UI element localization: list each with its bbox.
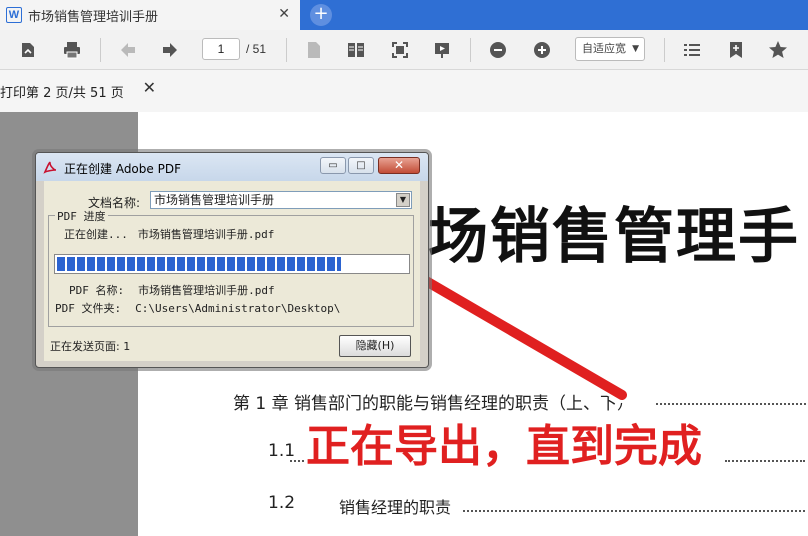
tab-title: 市场销售管理培训手册 [28,9,159,25]
zoom-select[interactable]: 自适应宽 ▼ [575,37,645,61]
toc-entry-number: 1.2 [268,493,296,513]
hide-button[interactable]: 隐藏(H) [339,335,411,357]
dialog-body: 文档名称: 市场销售管理培训手册 ▼ PDF 进度 正在创建... 市场销售管理培… [44,181,420,361]
print-status-text: 打印第 2 页/共 51 页 [0,86,124,101]
toolbar: 1 / 51 自适应宽 ▼ [0,30,808,70]
toc-icon[interactable] [680,38,704,62]
creating-file-name: 市场销售管理培训手册.pdf [137,228,275,241]
zoom-in-icon[interactable] [530,38,554,62]
annotation-caption: 正在导出，直到完成 [306,421,702,472]
page-number-input[interactable]: 1 [202,38,240,60]
new-tab-button[interactable]: + [310,4,332,26]
forward-icon[interactable] [158,38,182,62]
close-icon[interactable]: ✕ [143,78,156,97]
fit-icon[interactable] [388,38,412,62]
toolbar-separator [286,38,287,62]
dialog-titlebar[interactable]: 正在创建 Adobe PDF ▭ □ ✕ [36,153,428,181]
pdf-folder-label: PDF 文件夹: [55,302,122,315]
maximize-button[interactable]: □ [348,157,374,174]
creating-status: 正在创建... 市场销售管理培训手册.pdf [64,226,274,242]
sending-page-status: 正在发送页面: 1 [50,340,131,353]
two-page-icon[interactable] [344,38,368,62]
dialog-title: 正在创建 Adobe PDF [64,162,181,176]
dialog-close-button[interactable]: ✕ [378,157,420,174]
tab-strip: W 市场销售管理培训手册 ✕ + [0,0,808,30]
adobe-pdf-icon [43,161,57,174]
page-total: / 51 [246,42,267,56]
print-header: 打印第 2 页/共 51 页 ✕ [0,78,160,102]
pdf-name-label: PDF 名称: [69,284,125,297]
pdf-name-row: PDF 名称: 市场销售管理培训手册.pdf [69,282,275,298]
pdf-name-value: 市场销售管理培训手册.pdf [138,284,275,297]
create-pdf-dialog: 正在创建 Adobe PDF ▭ □ ✕ 文档名称: 市场销售管理培训手册 ▼ … [35,152,429,368]
progress-bar [54,254,410,274]
word-doc-icon: W [6,7,22,23]
toolbar-separator [664,38,665,62]
zoom-value: 自适应宽 [582,42,626,55]
toc-leader-dots [463,510,805,512]
toc-leader-dots [656,403,806,405]
print-icon[interactable] [60,38,84,62]
slideshow-icon[interactable] [430,38,454,62]
progress-group-label: PDF 进度 [55,208,108,224]
toc-entry-number: 1.1 [268,441,296,461]
pdf-progress-group: PDF 进度 正在创建... 市场销售管理培训手册.pdf PDF 名称: 市场销售… [48,208,414,327]
minimize-button[interactable]: ▭ [320,157,346,174]
doc-name-select[interactable]: 市场销售管理培训手册 ▼ [150,191,412,209]
progress-bar-fill [57,257,341,271]
tab-close-icon[interactable]: ✕ [278,6,290,22]
chevron-down-icon[interactable]: ▼ [396,193,410,207]
toolbar-separator [100,38,101,62]
creating-label: 正在创建... [64,228,128,241]
bookmark-icon[interactable] [724,38,748,62]
doc-name-value: 市场销售管理培训手册 [154,193,275,207]
export-icon[interactable] [16,38,40,62]
pdf-folder-value: C:\Users\Administrator\Desktop\ [135,302,341,315]
document-tab[interactable]: W 市场销售管理培训手册 ✕ [0,0,300,30]
toc-leader-dots [725,460,805,462]
single-page-icon[interactable] [302,38,326,62]
zoom-out-icon[interactable] [486,38,510,62]
toc-entry-text: 销售经理的职责 [339,498,452,517]
chevron-down-icon: ▼ [632,44,639,54]
back-icon[interactable] [116,38,140,62]
star-icon[interactable] [766,38,790,62]
toolbar-separator [470,38,471,62]
pdf-folder-row: PDF 文件夹: C:\Users\Administrator\Desktop\ [55,300,340,316]
